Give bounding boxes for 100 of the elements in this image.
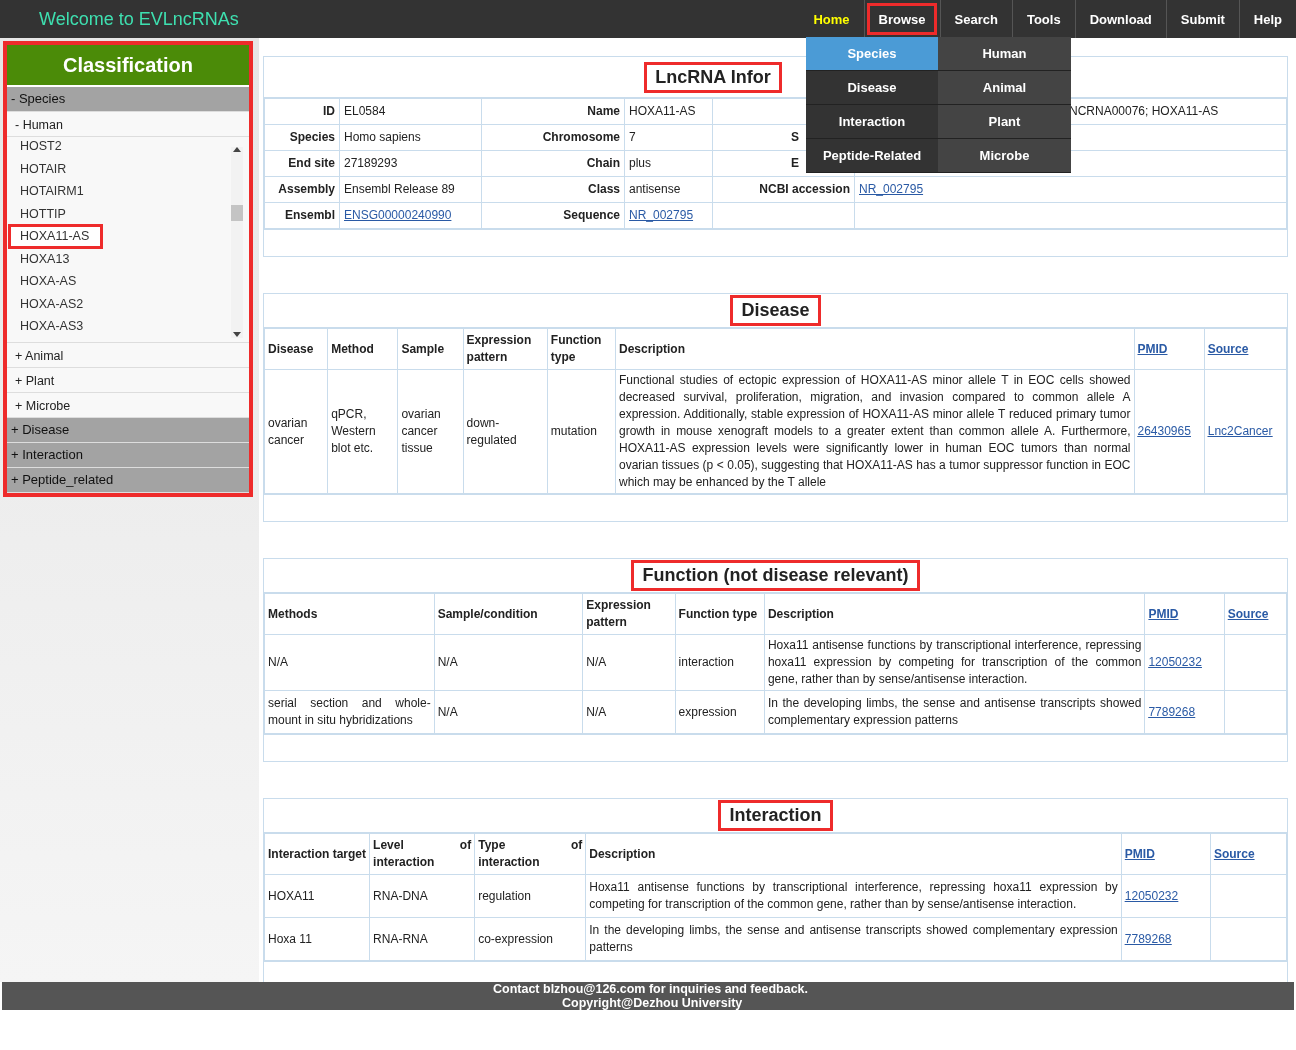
scroll-down-icon[interactable] bbox=[233, 332, 241, 338]
list-item[interactable]: HOXA-AS2 bbox=[7, 292, 231, 315]
nav-link[interactable]: Browse bbox=[863, 0, 940, 38]
category-header[interactable]: + Peptide_related bbox=[7, 468, 249, 493]
scrollbar[interactable] bbox=[231, 147, 243, 338]
table-cell: regulation bbox=[478, 888, 531, 903]
table-cell: ovarian cancer bbox=[268, 415, 308, 447]
table-cell: interaction bbox=[678, 655, 734, 669]
column-header: Source bbox=[1210, 833, 1287, 875]
category-header[interactable]: - Species bbox=[7, 87, 249, 112]
list-item[interactable]: HOTAIRM1 bbox=[7, 180, 231, 203]
section-title: Function (not disease relevant) bbox=[631, 560, 920, 591]
column-header: Interaction target bbox=[264, 833, 370, 875]
field-label: End site bbox=[288, 156, 335, 170]
column-header: Function type bbox=[675, 593, 765, 635]
column-header: Type of interaction bbox=[474, 833, 586, 875]
field-label: Class bbox=[587, 182, 620, 196]
table-cell: RNA-RNA bbox=[373, 931, 428, 946]
field-label: Assembly bbox=[278, 182, 335, 196]
column-header: Source bbox=[1224, 593, 1287, 635]
field-label: Sequence bbox=[563, 208, 620, 222]
field-label: Name bbox=[587, 104, 620, 118]
footer-text: Copyright@Dezhou University bbox=[562, 996, 744, 1010]
table-cell: ovarian cancer tissue bbox=[401, 407, 441, 455]
column-header: Sample bbox=[397, 328, 464, 370]
field-label: ID bbox=[323, 104, 335, 118]
tree-item[interactable]: - Human bbox=[7, 112, 249, 137]
field-label: E bbox=[791, 156, 799, 170]
column-header: Level of interaction bbox=[369, 833, 475, 875]
link[interactable]: NR_002795 bbox=[859, 182, 924, 196]
section-title: LncRNA Infor bbox=[644, 61, 782, 93]
footer-text: Contact blzhou@126.com for inquiries and feedback. bbox=[493, 982, 810, 996]
table-cell: RNA-DNA bbox=[373, 888, 428, 903]
tree-item[interactable]: + Animal bbox=[7, 343, 249, 368]
field-value: 7 bbox=[629, 130, 636, 144]
list-item[interactable]: HOXA11-AS bbox=[9, 225, 102, 248]
table-cell: N/A bbox=[586, 704, 607, 719]
field-value: EL0584 bbox=[344, 104, 386, 118]
column-header: Expression pattern bbox=[582, 593, 676, 635]
section-title: Interaction bbox=[718, 800, 833, 831]
table-cell: N/A bbox=[437, 655, 458, 669]
column-header: Methods bbox=[264, 593, 435, 635]
column-header: Method bbox=[327, 328, 398, 370]
category-header[interactable]: + Disease bbox=[7, 418, 249, 443]
table-cell: In the developing limbs, the sense and antisense transcripts showed complementary expression patterns bbox=[589, 923, 1118, 954]
field-value: Homo sapiens bbox=[344, 130, 421, 144]
column-header: Source bbox=[1204, 328, 1287, 370]
category-header[interactable]: + Interaction bbox=[7, 443, 249, 468]
column-header: Disease bbox=[264, 328, 328, 370]
column-header: Description bbox=[585, 833, 1122, 875]
table-cell: qPCR, Western blot etc. bbox=[331, 407, 376, 455]
column-header: PMID bbox=[1134, 328, 1205, 370]
list-item[interactable]: HOXA13 bbox=[7, 247, 231, 270]
table-cell: Functional studies of ectopic expression of HOXA11-AS minor allele T in EOC cells showed decreased survival, proliferation, migration, and invasion compared to common allele A expression. Additionally, stable expression of HOXA11-AS minor allele T reduced primary tumor growth in mouse xenograft models to a greater extent than common allele A. Furthermore, HOXA11-AS expression levels were significantly lower in human EOC tumors than normal ovarian tissues (p < 0.05), suggesting that HOXA11-AS has a tumor suppressor function in EOC which may be enhanced by the T allele bbox=[619, 373, 1131, 489]
field-label: Ensembl bbox=[285, 208, 335, 222]
field-value: antisense bbox=[629, 182, 681, 196]
field-value: HOXA11-AS bbox=[629, 104, 696, 118]
link[interactable]: 26430965 bbox=[1137, 424, 1191, 438]
table-cell: N/A bbox=[268, 655, 288, 669]
field-label: Chain bbox=[586, 156, 620, 170]
column-header: PMID bbox=[1144, 593, 1225, 635]
table-cell: HOXA11 bbox=[268, 888, 315, 903]
column-header: Expression pattern bbox=[463, 328, 548, 370]
field-value: Ensembl Release 89 bbox=[344, 182, 455, 196]
field-label: Chromosome bbox=[542, 130, 620, 144]
column-header: Function type bbox=[547, 328, 616, 370]
list-item[interactable]: HOST2 bbox=[7, 137, 231, 158]
field-label: Species bbox=[289, 130, 335, 144]
table-cell: expression bbox=[678, 704, 737, 719]
scroll-thumb[interactable] bbox=[231, 204, 243, 221]
table-cell: Hoxa 11 bbox=[268, 931, 312, 946]
link[interactable]: 12050232 bbox=[1148, 655, 1202, 669]
column-header: Description bbox=[764, 593, 1145, 635]
column-header: Description bbox=[615, 328, 1134, 370]
section-title: Disease bbox=[730, 295, 821, 326]
tree-item[interactable]: + Plant bbox=[7, 368, 249, 393]
list-item[interactable]: HOXA-AS3 bbox=[7, 315, 231, 338]
table-cell: In the developing limbs, the sense and antisense transcripts showed complementary expression patterns bbox=[767, 696, 1142, 727]
table-cell: co-expression bbox=[478, 931, 553, 946]
column-header: PMID bbox=[1121, 833, 1211, 875]
sidebar-title: Classification bbox=[7, 45, 249, 87]
list-item[interactable]: HOXA-AS bbox=[7, 270, 231, 293]
table-cell: N/A bbox=[586, 655, 607, 669]
field-value: plus bbox=[629, 156, 651, 170]
nav-link[interactable]: Home bbox=[799, 0, 864, 38]
scroll-up-icon[interactable] bbox=[233, 147, 241, 153]
table-cell: serial section and whole-mount in situ hybridizations bbox=[268, 696, 431, 727]
list-item[interactable]: HOTTIP bbox=[7, 202, 231, 225]
field-label: NCBI accession bbox=[759, 182, 850, 196]
link[interactable]: Lnc2Cancer bbox=[1207, 424, 1273, 438]
tree-item[interactable]: + Microbe bbox=[7, 393, 249, 418]
field-value: NCRNA00076; HOXA11-AS bbox=[1069, 104, 1219, 118]
table-cell: Hoxa11 antisense functions by transcriptional interference, repressing hoxa11 expression by competing for transcription of the common gene, rather than by sense/antisense interaction. bbox=[589, 880, 1118, 911]
table-cell: down-regulated bbox=[466, 415, 517, 447]
table-cell: N/A bbox=[437, 704, 458, 719]
field-label: S bbox=[791, 130, 799, 144]
link[interactable]: 7789268 bbox=[1124, 931, 1172, 946]
table-cell: mutation bbox=[550, 424, 597, 438]
list-item[interactable]: HOTAIR bbox=[7, 157, 231, 180]
table-cell: Hoxa11 antisense functions by transcriptional interference, repressing hoxa11 expression by competing for transcription of the common gene, rather than by sense/antisense interaction. bbox=[767, 638, 1142, 686]
